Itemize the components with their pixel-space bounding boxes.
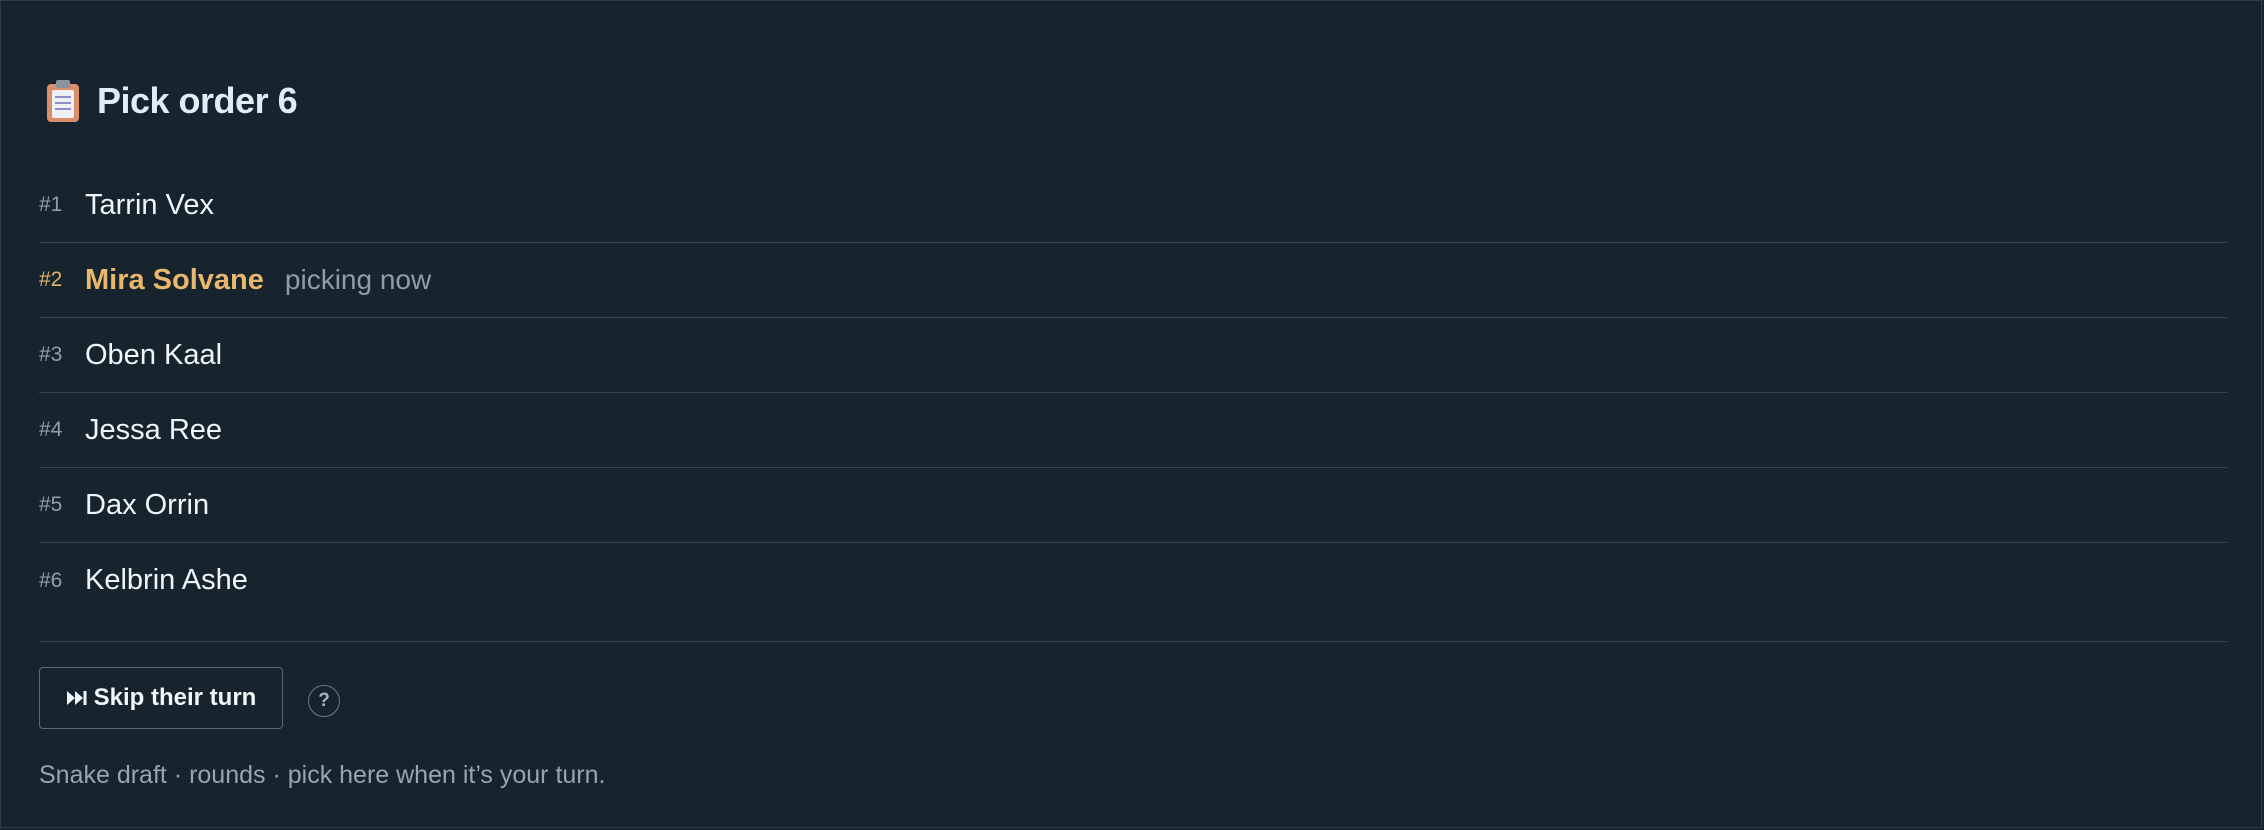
player-name: Kelbrin Ashe — [85, 564, 248, 596]
list-item: #4 Jessa Ree — [39, 393, 2227, 468]
pick-order-list: #1 Tarrin Vex #2 Mira Solvane picking no… — [39, 168, 2227, 618]
pick-rank: #4 — [39, 418, 63, 441]
panel-header: Pick order 6 — [45, 75, 298, 127]
footer-note: Snake draft · rounds · pick here when it… — [39, 761, 606, 789]
pick-rank: #5 — [39, 493, 63, 516]
player-name: Mira Solvane — [85, 263, 264, 296]
list-item-current: #2 Mira Solvane picking now — [39, 243, 2227, 318]
pick-order-panel: Pick order 6 #1 Tarrin Vex #2 Mira Solva… — [0, 0, 2262, 828]
list-item: #6 Kelbrin Ashe — [39, 543, 2227, 618]
list-item: #1 Tarrin Vex — [39, 168, 2227, 243]
player-name: Dax Orrin — [85, 488, 210, 521]
help-button[interactable]: ? — [308, 685, 340, 717]
player-name: Oben Kaal — [85, 338, 223, 371]
pick-rank: #3 — [39, 343, 63, 366]
player-name: Tarrin Vex — [85, 188, 214, 221]
pick-rank: #1 — [39, 193, 63, 216]
clipboard-icon — [45, 80, 81, 122]
page-title: Pick order 6 — [97, 80, 298, 121]
player-name: Jessa Ree — [85, 413, 223, 446]
list-item: #5 Dax Orrin — [39, 468, 2227, 543]
list-item: #3 Oben Kaal — [39, 318, 2227, 393]
skip-forward-icon — [66, 688, 88, 708]
skip-turn-label: Skip their turn — [93, 684, 257, 711]
skip-turn-button[interactable]: Skip their turn — [39, 667, 283, 729]
picking-status: picking now — [284, 264, 432, 295]
pick-rank: #2 — [39, 268, 63, 291]
pick-rank: #6 — [39, 568, 63, 592]
divider — [39, 641, 2227, 642]
